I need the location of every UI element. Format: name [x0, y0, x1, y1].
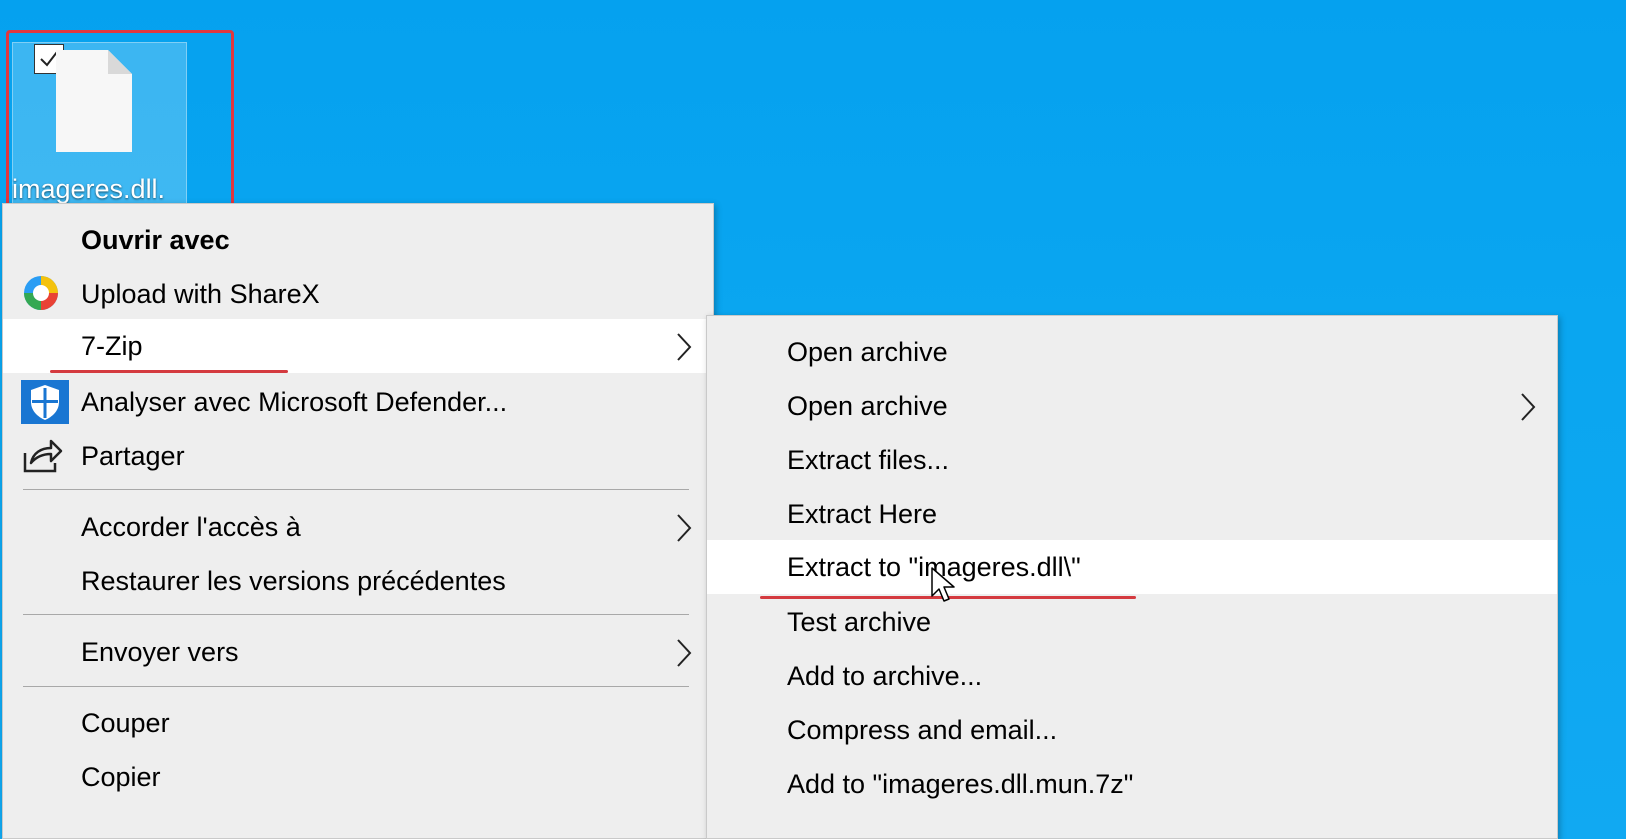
7zip-submenu: Open archive Open archive Extract files.…: [706, 315, 1558, 839]
menu-item-label: Restaurer les versions précédentes: [81, 565, 506, 596]
7zip-underline-annotation: [50, 370, 288, 373]
submenu-item-label: Extract Here: [787, 498, 938, 529]
menu-item-ouvrir-avec[interactable]: Ouvrir avec: [3, 213, 713, 267]
submenu-item-label: Test archive: [787, 606, 932, 637]
submenu-item-test-archive[interactable]: Test archive: [707, 595, 1557, 649]
menu-item-label: Couper: [81, 707, 170, 738]
menu-item-accorder-acces[interactable]: Accorder l'accès à: [3, 500, 713, 554]
menu-separator: [23, 489, 689, 490]
submenu-item-extract-to[interactable]: Extract to "imageres.dll\": [707, 540, 1557, 594]
menu-item-label: Accorder l'accès à: [81, 511, 301, 542]
menu-item-partager[interactable]: Partager: [3, 429, 713, 483]
menu-separator: [23, 614, 689, 615]
menu-item-label: 7-Zip: [81, 330, 143, 361]
context-menu: Ouvrir avec Upload with ShareX 7-Zip Ana…: [2, 203, 714, 839]
submenu-item-label: Compress and email...: [787, 714, 1058, 745]
submenu-item-open-archive[interactable]: Open archive: [707, 325, 1557, 379]
menu-item-defender[interactable]: Analyser avec Microsoft Defender...: [3, 375, 713, 429]
menu-item-label: Upload with ShareX: [81, 278, 320, 309]
file-highlight-annotation: [6, 30, 234, 223]
menu-separator: [23, 686, 689, 687]
sharex-icon: [24, 276, 58, 310]
menu-item-restaurer-versions[interactable]: Restaurer les versions précédentes: [3, 554, 713, 608]
submenu-item-add-to-7z[interactable]: Add to "imageres.dll.mun.7z": [707, 757, 1557, 811]
menu-item-7zip[interactable]: 7-Zip: [3, 319, 713, 373]
menu-item-label: Ouvrir avec: [81, 224, 230, 255]
share-icon: [23, 439, 63, 473]
menu-item-envoyer-vers[interactable]: Envoyer vers: [3, 625, 713, 679]
submenu-item-label: Open archive: [787, 390, 948, 421]
submenu-item-label: Add to archive...: [787, 660, 983, 691]
submenu-item-label: Add to "imageres.dll.mun.7z": [787, 768, 1134, 799]
menu-item-label: Envoyer vers: [81, 636, 239, 667]
chevron-right-icon: [677, 514, 692, 542]
chevron-right-icon: [677, 333, 692, 361]
submenu-item-extract-here[interactable]: Extract Here: [707, 487, 1557, 541]
menu-item-upload-sharex[interactable]: Upload with ShareX: [3, 267, 713, 321]
mouse-cursor-icon: [931, 567, 955, 602]
menu-item-couper[interactable]: Couper: [3, 696, 713, 750]
submenu-item-open-archive-more[interactable]: Open archive: [707, 379, 1557, 433]
submenu-item-compress-email[interactable]: Compress and email...: [707, 703, 1557, 757]
menu-item-label: Partager: [81, 440, 185, 471]
submenu-item-label: Open archive: [787, 336, 948, 367]
menu-item-label: Copier: [81, 761, 161, 792]
defender-shield-icon: [21, 380, 69, 424]
menu-item-copier[interactable]: Copier: [3, 750, 713, 804]
submenu-item-extract-files[interactable]: Extract files...: [707, 433, 1557, 487]
chevron-right-icon: [677, 639, 692, 667]
submenu-item-label: Extract files...: [787, 444, 950, 475]
menu-item-label: Analyser avec Microsoft Defender...: [81, 386, 508, 417]
submenu-item-add-to-archive[interactable]: Add to archive...: [707, 649, 1557, 703]
chevron-right-icon: [1521, 393, 1536, 421]
